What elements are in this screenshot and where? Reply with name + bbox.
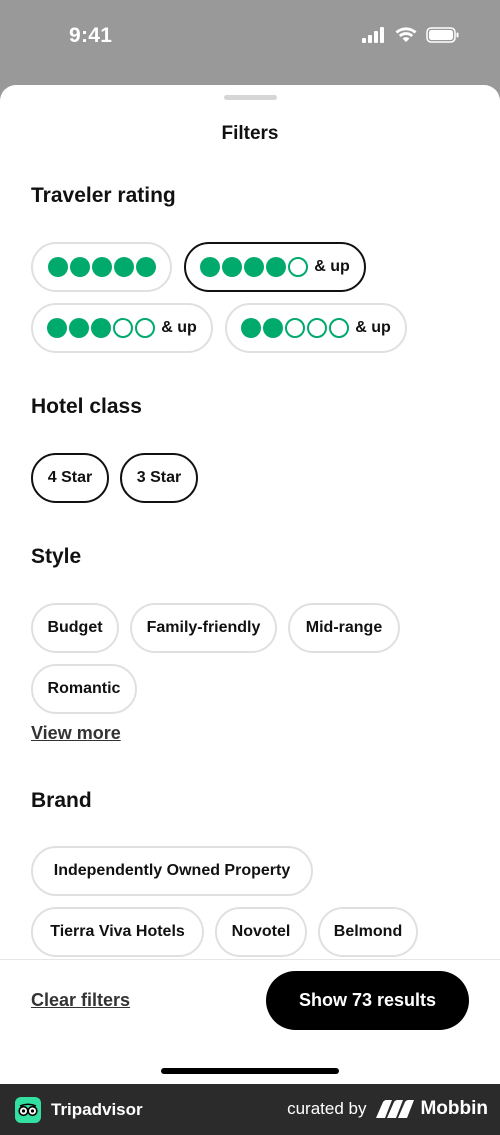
hotel-class-chip-3-star[interactable]: 3 Star: [120, 453, 198, 503]
brand-chip-tierra-viva[interactable]: Tierra Viva Hotels: [31, 907, 204, 957]
rating-suffix: & up: [355, 319, 391, 336]
style-chip-romantic[interactable]: Romantic: [31, 664, 137, 714]
cellular-signal-icon: [362, 27, 384, 43]
footer-bar: Tripadvisor curated by Mobbin: [0, 1084, 500, 1135]
style-view-more-link[interactable]: View more: [31, 723, 121, 744]
rating-chip-4-up[interactable]: & up: [184, 242, 366, 292]
mobbin-name: Mobbin: [420, 1098, 488, 1119]
rating-chip-3-up[interactable]: & up: [31, 303, 213, 353]
rating-3-dots-icon: [47, 318, 156, 338]
home-indicator: [161, 1068, 339, 1074]
rating-suffix: & up: [161, 319, 197, 336]
rating-5-dots-icon: [47, 257, 156, 277]
clear-filters-link[interactable]: Clear filters: [31, 990, 130, 1011]
style-chip-family-friendly[interactable]: Family-friendly: [130, 603, 277, 653]
footer-app-name: Tripadvisor: [51, 1100, 143, 1119]
style-chip-budget[interactable]: Budget: [31, 603, 119, 653]
footer-app: Tripadvisor: [15, 1097, 143, 1123]
filters-sheet: Filters Traveler rating & up & up & up H…: [0, 85, 500, 1084]
bottom-action-bar: Clear filters Show 73 results: [0, 959, 500, 1084]
mobbin-brand: Mobbin: [376, 1098, 488, 1120]
rating-chip-5[interactable]: [31, 242, 172, 292]
traveler-rating-title: Traveler rating: [31, 184, 176, 207]
hotel-class-chip-4-star[interactable]: 4 Star: [31, 453, 109, 503]
rating-chip-2-up[interactable]: & up: [225, 303, 407, 353]
brand-chip-belmond[interactable]: Belmond: [318, 907, 418, 957]
brand-chip-novotel[interactable]: Novotel: [215, 907, 307, 957]
tripadvisor-logo-icon: [15, 1097, 41, 1123]
style-title: Style: [31, 545, 82, 568]
brand-chip-independently-owned[interactable]: Independently Owned Property: [31, 846, 313, 896]
sheet-grabber[interactable]: [224, 95, 277, 100]
curated-by-label: curated by: [287, 1099, 367, 1118]
rating-2-dots-icon: [241, 318, 350, 338]
show-results-button[interactable]: Show 73 results: [266, 971, 469, 1030]
wifi-icon: [395, 27, 417, 42]
rating-suffix: & up: [314, 258, 350, 275]
style-chip-mid-range[interactable]: Mid-range: [288, 603, 400, 653]
brand-title: Brand: [31, 789, 92, 812]
status-icons: [362, 27, 460, 43]
status-bar: 9:41: [0, 0, 500, 75]
battery-icon: [426, 27, 459, 43]
rating-4-dots-icon: [200, 257, 309, 277]
footer-credit: curated by Mobbin: [287, 1098, 488, 1120]
sheet-title: Filters: [221, 123, 279, 144]
hotel-class-title: Hotel class: [31, 395, 142, 418]
mobbin-logo-icon: [376, 1100, 415, 1118]
status-time: 9:41: [69, 24, 113, 47]
